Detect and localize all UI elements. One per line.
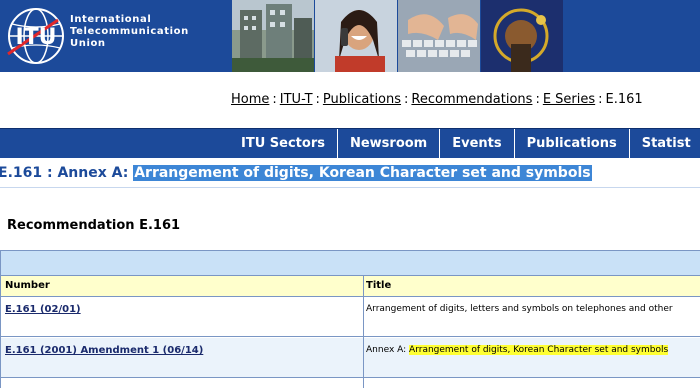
banner-photo-buildings <box>232 0 314 72</box>
table-header-row: Number Title <box>1 275 700 297</box>
breadcrumb-e-series-link[interactable]: E Series <box>543 92 595 107</box>
title-prefix: Annex A: <box>366 345 407 355</box>
banner-photo-woman-phone <box>315 0 397 72</box>
column-header-title: Title <box>366 280 392 291</box>
recommendation-number-link[interactable]: E.161 (2001) Amendment 1 (06/14) <box>5 345 203 356</box>
breadcrumb-recommendations-link[interactable]: Recommendations <box>411 92 532 107</box>
nav-item-itu-sectors[interactable]: ITU Sectors <box>229 129 337 159</box>
banner-photo-technician <box>481 0 563 72</box>
recommendation-number-link[interactable]: E.161 (02/01) <box>5 304 81 315</box>
page-title: E.161 : Annex A: Arrangement of digits, … <box>0 165 592 181</box>
table-row: E.161 (2001) Amendment 1 (06/14) Annex A… <box>1 338 700 378</box>
table-top-band <box>1 251 700 275</box>
page-title-prefix: E.161 : Annex A: <box>0 165 129 181</box>
column-header-number: Number <box>5 280 50 291</box>
breadcrumb-separator: : <box>535 92 540 107</box>
site-banner: ITU International Telecommunication Unio… <box>0 0 700 72</box>
breadcrumb-current: E.161 <box>605 92 643 107</box>
recommendation-title-cell: Annex A: Arrangement of digits, Korean C… <box>366 345 669 355</box>
breadcrumb-separator: : <box>598 92 603 107</box>
nav-item-events[interactable]: Events <box>439 129 513 159</box>
breadcrumb-home-link[interactable]: Home <box>231 92 269 107</box>
itu-logo-text: ITU <box>15 25 56 50</box>
org-name-line: Telecommunication <box>70 26 189 37</box>
recommendation-title: Recommendation E.161 <box>7 218 181 233</box>
table-row: E.161 (02/01) Arrangement of digits, let… <box>1 297 700 337</box>
column-divider <box>363 275 364 388</box>
nav-item-publications[interactable]: Publications <box>513 129 629 159</box>
breadcrumb-publications-link[interactable]: Publications <box>323 92 401 107</box>
recommendations-table: Number Title E.161 (02/01) Arrangement o… <box>0 250 700 388</box>
main-navbar: ITU Sectors Newsroom Events Publications… <box>0 128 700 159</box>
nav-item-statistics[interactable]: Statist <box>628 129 700 159</box>
org-name-line: International <box>70 14 152 25</box>
title-highlighted-text: Arrangement of digits, Korean Character … <box>409 345 669 355</box>
org-name: International Telecommunication Union <box>70 14 189 50</box>
breadcrumb-separator: : <box>272 92 277 107</box>
itu-globe-logo-icon: ITU <box>7 8 64 64</box>
breadcrumb-separator: : <box>404 92 409 107</box>
nav-items: ITU Sectors Newsroom Events Publications… <box>229 129 700 159</box>
org-name-line: Union <box>70 38 106 49</box>
recommendation-title-cell: Arrangement of digits, letters and symbo… <box>366 304 673 314</box>
breadcrumb-itu-t-link[interactable]: ITU-T <box>280 92 313 107</box>
heading-divider <box>0 187 700 188</box>
nav-item-newsroom[interactable]: Newsroom <box>336 129 439 159</box>
breadcrumb: Home: ITU-T: Publications: Recommendations:… <box>231 92 643 107</box>
breadcrumb-separator: : <box>315 92 320 107</box>
page-title-selected-text: Arrangement of digits, Korean Character … <box>133 165 592 181</box>
banner-photo-keyboard <box>398 0 480 72</box>
itu-logo-link[interactable]: ITU International Telecommunication Unio… <box>0 0 230 72</box>
